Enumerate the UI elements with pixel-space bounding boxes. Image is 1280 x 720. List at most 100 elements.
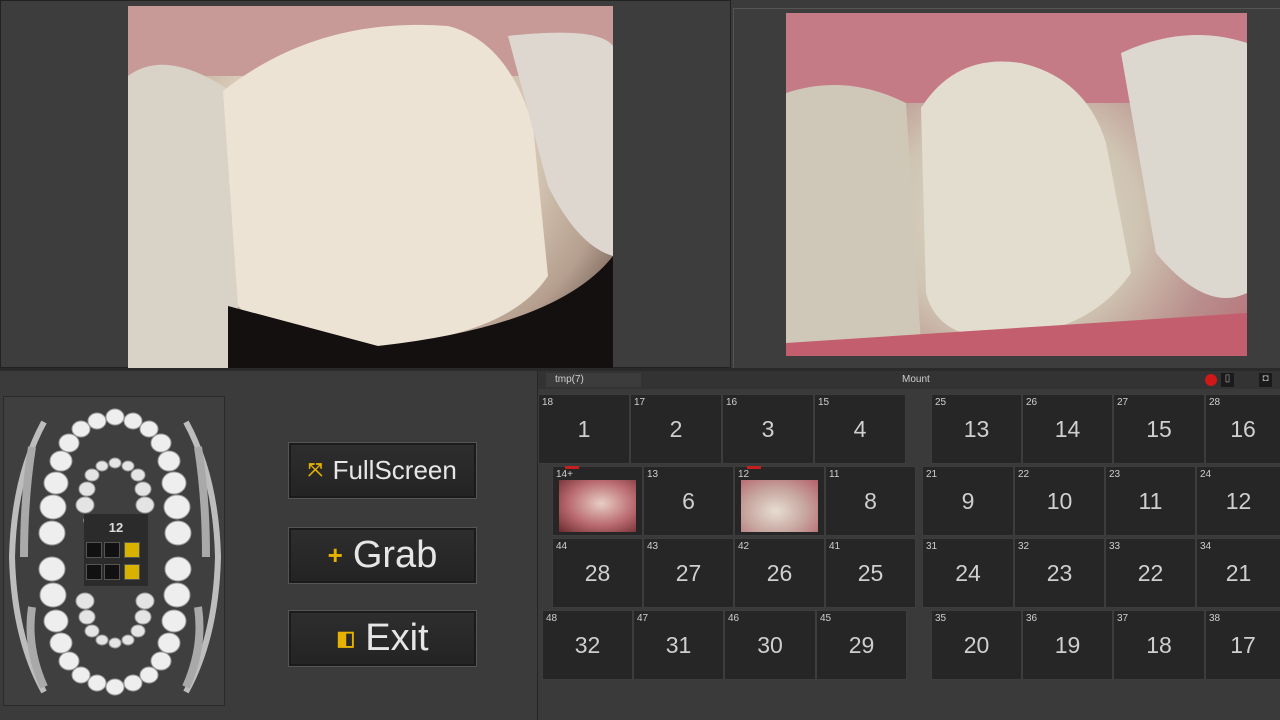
slot-number: 22 bbox=[1137, 560, 1164, 586]
slot-number: 3 bbox=[761, 416, 775, 442]
view-toggle-icon[interactable] bbox=[104, 542, 120, 558]
slot-number: 13 bbox=[963, 416, 990, 442]
mount-slot-tooth-21[interactable]: 21 9 bbox=[922, 466, 1014, 536]
slot-number: 9 bbox=[961, 488, 975, 514]
slot-number: 11 bbox=[1138, 488, 1163, 514]
exit-button[interactable]: ◧ Exit bbox=[288, 610, 477, 667]
mount-slot-tooth-16[interactable]: 16 3 bbox=[722, 394, 814, 464]
slot-number: 6 bbox=[682, 488, 695, 514]
tooth-number: 28 bbox=[1209, 397, 1221, 408]
tooth-number: 15 bbox=[818, 397, 830, 408]
mount-slot-tooth-22[interactable]: 22 10 bbox=[1014, 466, 1105, 536]
chart-center-panel: 12 bbox=[84, 514, 148, 586]
fullscreen-label: FullScreen bbox=[332, 455, 457, 485]
camera-icon[interactable]: ◘ bbox=[1259, 373, 1272, 387]
grab-label: Grab bbox=[352, 534, 438, 576]
slot-number: 4 bbox=[853, 416, 867, 442]
dental-chart[interactable]: 0 12 bbox=[3, 396, 225, 706]
image-thumbnail[interactable] bbox=[559, 480, 636, 532]
mount-slot-tooth-28[interactable]: 28 16 bbox=[1205, 394, 1280, 464]
slot-number: 24 bbox=[955, 560, 981, 586]
plus-icon: + bbox=[327, 540, 343, 570]
mount-slot-tooth-23[interactable]: 23 11 bbox=[1105, 466, 1196, 536]
mount-slot-tooth-43[interactable]: 43 27 bbox=[643, 538, 734, 608]
intraoral-photo-overview bbox=[786, 13, 1247, 356]
view-toggle-icon[interactable] bbox=[86, 542, 102, 558]
tooth-number: 45 bbox=[820, 613, 832, 624]
mount-slot-tooth-42[interactable]: 42 26 bbox=[734, 538, 825, 608]
slot-number: 8 bbox=[864, 488, 877, 514]
mount-slot-tooth-36[interactable]: 36 19 bbox=[1022, 610, 1113, 680]
slot-number: 17 bbox=[1230, 632, 1256, 658]
mount-slot-tooth-12[interactable]: 12 bbox=[734, 466, 825, 536]
mount-slot-tooth-48[interactable]: 48 32 bbox=[542, 610, 633, 680]
view-toggle-icon[interactable] bbox=[86, 564, 102, 580]
tooth-number: 32 bbox=[1018, 541, 1030, 552]
mount-slot-tooth-14[interactable]: 14+ bbox=[552, 466, 643, 536]
mount-slot-tooth-32[interactable]: 32 23 bbox=[1014, 538, 1105, 608]
slot-number: 14 bbox=[1054, 416, 1081, 442]
mount-slot-tooth-13[interactable]: 13 6 bbox=[643, 466, 734, 536]
exit-door-icon: ◧ bbox=[336, 628, 356, 650]
tooth-number: 35 bbox=[935, 613, 947, 624]
mount-slot-tooth-45[interactable]: 45 29 bbox=[816, 610, 907, 680]
mount-slot-tooth-37[interactable]: 37 18 bbox=[1113, 610, 1205, 680]
grab-button[interactable]: + Grab bbox=[288, 527, 477, 584]
slot-number: 32 bbox=[574, 632, 601, 658]
tooth-number: 47 bbox=[637, 613, 649, 624]
tooth-number: 21 bbox=[926, 469, 938, 480]
mount-slot-tooth-11[interactable]: 11 8 bbox=[825, 466, 916, 536]
selected-tooth-number: 12 bbox=[108, 520, 124, 535]
gallery-header: tmp(7) Mount ▯ ◘ bbox=[538, 371, 1280, 389]
tooth-number: 43 bbox=[647, 541, 659, 552]
mount-slot-tooth-44[interactable]: 44 28 bbox=[552, 538, 643, 608]
mount-slot-tooth-35[interactable]: 35 20 bbox=[931, 610, 1022, 680]
slot-number: 12 bbox=[1225, 488, 1252, 514]
image-thumbnail[interactable] bbox=[741, 480, 818, 532]
view-toggle-icon[interactable] bbox=[104, 564, 120, 580]
slot-number: 16 bbox=[1230, 416, 1256, 442]
slot-number: 25 bbox=[857, 560, 884, 586]
trash-icon[interactable]: ▯ bbox=[1221, 373, 1234, 387]
record-icon[interactable] bbox=[1205, 374, 1217, 386]
tooth-number: 22 bbox=[1018, 469, 1030, 480]
image-view-left[interactable] bbox=[0, 0, 731, 368]
slot-number: 10 bbox=[1046, 488, 1073, 514]
tooth-number: 24 bbox=[1200, 469, 1212, 480]
mount-slot-tooth-33[interactable]: 33 22 bbox=[1105, 538, 1196, 608]
mount-slot-tooth-27[interactable]: 27 15 bbox=[1113, 394, 1205, 464]
mount-slot-tooth-24[interactable]: 24 12 bbox=[1196, 466, 1280, 536]
tab-tmp[interactable]: tmp(7) bbox=[546, 373, 641, 387]
mount-slot-tooth-38[interactable]: 38 17 bbox=[1205, 610, 1280, 680]
mount-slot-tooth-46[interactable]: 46 30 bbox=[724, 610, 816, 680]
mount-slot-tooth-26[interactable]: 26 14 bbox=[1022, 394, 1113, 464]
fullscreen-button[interactable]: ⤧ FullScreen bbox=[288, 442, 477, 499]
tooth-number: 41 bbox=[829, 541, 841, 552]
mount-slot-tooth-17[interactable]: 17 2 bbox=[630, 394, 722, 464]
slot-number: 15 bbox=[1146, 416, 1172, 442]
slot-number: 26 bbox=[766, 560, 793, 586]
tooth-number: 16 bbox=[726, 397, 738, 408]
tooth-number: 14+ bbox=[556, 469, 573, 480]
slot-number: 27 bbox=[675, 560, 702, 586]
orientation-icon[interactable] bbox=[124, 564, 140, 580]
mount-slot-tooth-31[interactable]: 31 24 bbox=[922, 538, 1014, 608]
tooth-number: 31 bbox=[926, 541, 938, 552]
orientation-icon[interactable] bbox=[124, 542, 140, 558]
slot-number: 1 bbox=[577, 416, 591, 442]
slot-number: 21 bbox=[1225, 560, 1252, 586]
mount-slot-tooth-34[interactable]: 34 21 bbox=[1196, 538, 1280, 608]
mount-slot-tooth-47[interactable]: 47 31 bbox=[633, 610, 724, 680]
tooth-number: 36 bbox=[1026, 613, 1038, 624]
mount-gallery-panel: tmp(7) Mount ▯ ◘ 18 1 17 2 16 3 15 4 25 13 26 14 27 1… bbox=[537, 371, 1280, 720]
mount-slot-tooth-18[interactable]: 18 1 bbox=[538, 394, 630, 464]
tooth-number: 11 bbox=[829, 469, 840, 480]
slot-number: 31 bbox=[665, 632, 692, 658]
mount-slot-tooth-41[interactable]: 41 25 bbox=[825, 538, 916, 608]
tooth-number: 26 bbox=[1026, 397, 1038, 408]
tooth-number: 12 bbox=[738, 469, 750, 480]
tooth-number: 34 bbox=[1200, 541, 1212, 552]
mount-slot-tooth-25[interactable]: 25 13 bbox=[931, 394, 1022, 464]
mount-slot-tooth-15[interactable]: 15 4 bbox=[814, 394, 906, 464]
intraoral-photo-closeup bbox=[128, 6, 613, 368]
